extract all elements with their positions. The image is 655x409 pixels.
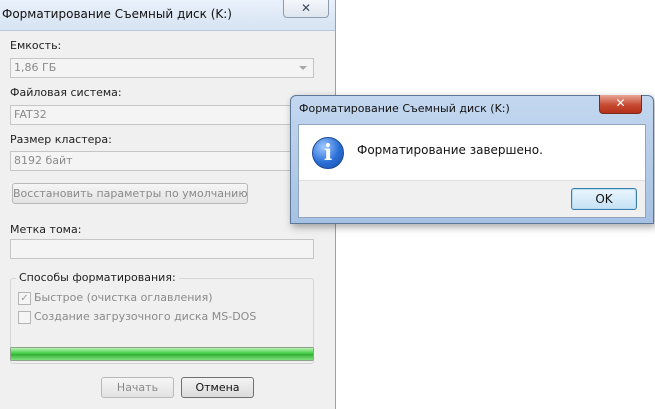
cluster-size-label: Размер кластера: (10, 133, 112, 146)
start-button[interactable]: Начать (101, 377, 174, 398)
format-options-legend: Способы форматирования: (16, 271, 179, 284)
format-window-close-button[interactable]: ✕ (283, 0, 329, 18)
msdos-boot-label: Создание загрузочного диска MS-DOS (34, 310, 257, 323)
file-system-select[interactable]: FAT32 (10, 105, 314, 125)
msdos-boot-checkbox[interactable] (18, 311, 31, 324)
volume-label-label: Метка тома: (10, 223, 82, 236)
cancel-button[interactable]: Отмена (181, 377, 254, 398)
format-window: Форматирование Съемный диск (K:) ✕ Емкос… (0, 0, 336, 409)
format-window-titlebar[interactable]: Форматирование Съемный диск (K:) ✕ (0, 0, 335, 31)
close-icon: ✕ (615, 96, 626, 110)
format-progress-fill (11, 348, 313, 360)
file-system-value: FAT32 (14, 108, 47, 121)
dialog-footer: OK (299, 180, 645, 217)
cluster-size-select[interactable]: 8192 байт (10, 151, 314, 171)
capacity-label: Емкость: (10, 39, 62, 52)
information-icon: i (312, 137, 344, 169)
volume-label-input[interactable] (10, 239, 314, 259)
format-window-client: Емкость: 1,86 ГБ Файловая система: FAT32… (0, 32, 335, 409)
ok-button[interactable]: OK (571, 188, 637, 210)
information-icon-glyph: i (323, 140, 333, 166)
dialog-message: Форматирование завершено. (357, 143, 543, 157)
cluster-size-value: 8192 байт (14, 154, 73, 167)
close-icon: ✕ (300, 1, 312, 15)
format-window-title: Форматирование Съемный диск (K:) (2, 7, 232, 21)
dialog-close-button[interactable]: ✕ (599, 95, 642, 114)
dialog-title: Форматирование Съемный диск (K:) (299, 102, 510, 115)
dialog-client: i Форматирование завершено. OK (298, 124, 646, 218)
quick-format-checkbox[interactable]: ✓ (18, 292, 31, 305)
capacity-select[interactable]: 1,86 ГБ (10, 58, 314, 78)
restore-defaults-button[interactable]: Восстановить параметры по умолчанию (12, 183, 248, 204)
format-complete-dialog: Форматирование Съемный диск (K:) ✕ i Фор… (290, 95, 654, 224)
file-system-label: Файловая система: (10, 86, 122, 99)
capacity-value: 1,86 ГБ (14, 61, 57, 74)
chevron-down-icon (299, 66, 307, 70)
quick-format-label: Быстрое (очистка оглавления) (34, 291, 213, 304)
format-progress-bar (10, 347, 314, 361)
